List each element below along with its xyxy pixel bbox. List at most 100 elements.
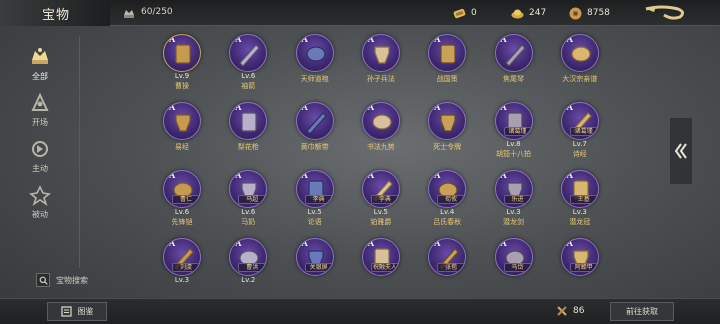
- treasure-search-button[interactable]: 宝物搜索: [36, 272, 88, 288]
- equipped-general-tag: 曹仁: [172, 195, 200, 204]
- equipped-general-tag: 马超: [238, 195, 267, 204]
- sidebar-item-opening[interactable]: 开场: [20, 92, 60, 136]
- treasure-icon-frame: A: [295, 102, 334, 140]
- sidebar-item-active[interactable]: 主动: [20, 138, 60, 182]
- treasure-name: 黄巾额带: [300, 143, 329, 151]
- treasure-icon-frame: A: [163, 34, 201, 72]
- treasure-item[interactable]: A Lv.6 袖箭: [226, 34, 270, 98]
- treasure-item[interactable]: A 祝融夫人: [359, 238, 403, 302]
- treasure-name: 天师道袍: [300, 75, 329, 83]
- treasure-item[interactable]: A 书法九势: [359, 102, 403, 166]
- treasure-item[interactable]: A Lv.9 曹操: [160, 34, 204, 98]
- treasure-name: 吕氏春秋: [433, 218, 462, 226]
- sidebar-item-label: 开场: [32, 118, 48, 127]
- page-title: 宝物: [42, 8, 71, 23]
- gold-ingot-icon: [511, 9, 524, 18]
- treasure-grade: A: [301, 238, 308, 248]
- treasure-item[interactable]: A 诸葛瑾 Lv.8 胡笳十八拍: [492, 102, 536, 166]
- treasure-grade: A: [500, 170, 507, 180]
- bottom-bar: 图鉴 86 前往获取: [0, 298, 720, 324]
- treasure-icon-frame: A 荀攸: [428, 170, 467, 208]
- treasure-name: 曹操: [175, 82, 189, 90]
- treasure-level: Lv.2: [241, 276, 256, 284]
- treasure-grade: A: [367, 238, 375, 248]
- treasure-item[interactable]: A 曹仁 Lv.6 先锋铠: [160, 170, 204, 234]
- treasure-icon-frame: A: [560, 34, 599, 72]
- treasure-level: Lv.3: [506, 208, 521, 216]
- treasure-item[interactable]: A 马超 Lv.6 马奶: [226, 170, 270, 234]
- sidebar-item-all[interactable]: 全部: [20, 46, 60, 90]
- treasure-grade: A: [301, 102, 308, 112]
- treasure-name: 战国策: [436, 75, 458, 83]
- treasure-icon-frame: A: [428, 102, 467, 140]
- treasure-name: 潜龙冠: [569, 218, 591, 226]
- treasure-icon-frame: A: [295, 34, 334, 72]
- treasure-item[interactable]: A 阿蝉甲: [558, 238, 602, 302]
- sidebar-item-label: 被动: [32, 210, 48, 219]
- expand-arrow-button[interactable]: [670, 118, 692, 184]
- treasure-item[interactable]: A 李典 Lv.5 论语: [293, 170, 337, 234]
- treasure-level: Lv.3: [572, 208, 587, 216]
- treasure-grade: A: [235, 170, 242, 180]
- treasure-item[interactable]: A 孙子兵法: [359, 34, 403, 98]
- treasure-item[interactable]: A 刘虞 Lv.3: [160, 238, 204, 302]
- sidebar-item-passive[interactable]: 被动: [20, 184, 60, 228]
- equipped-general-tag: 祝融夫人: [370, 263, 399, 272]
- treasure-item[interactable]: A 死士令牌: [425, 102, 469, 166]
- treasure-item[interactable]: A 易经: [160, 102, 204, 166]
- treasure-item[interactable]: A 曹洪 Lv.2: [226, 238, 270, 302]
- treasure-item[interactable]: A 梨花枪: [226, 102, 270, 166]
- treasure-capacity-icon: [124, 10, 134, 18]
- top-bar: 宝物 60/250 0 247 8758: [0, 0, 720, 26]
- catalog-button[interactable]: 图鉴: [47, 302, 107, 321]
- equipped-general-tag: 诸葛瑾: [569, 127, 598, 136]
- treasure-grade: A: [367, 102, 375, 112]
- back-button[interactable]: [642, 3, 688, 23]
- double-chevron-left-icon: [674, 143, 687, 159]
- treasure-grade: A: [434, 170, 441, 180]
- search-icon: [36, 273, 50, 287]
- treasure-grade: A: [235, 102, 242, 112]
- treasure-item[interactable]: A 李典 Lv.5 铂雅爵: [359, 170, 403, 234]
- treasure-grade: A: [301, 34, 308, 44]
- treasure-icon-frame: A 王基: [560, 170, 599, 208]
- treasure-item[interactable]: A 乐进 Lv.3 潜龙剑: [492, 170, 536, 234]
- treasure-level: Lv.6: [241, 72, 256, 80]
- treasure-item[interactable]: A 张苞: [425, 238, 469, 302]
- treasure-item[interactable]: A 马岱: [492, 238, 536, 302]
- treasure-item[interactable]: A 天师道袍: [293, 34, 337, 98]
- resource-gold: 247: [510, 5, 546, 21]
- treasure-grade: A: [500, 102, 507, 112]
- treasure-item[interactable]: A 黄巾额带: [293, 102, 337, 166]
- equipped-general-tag: 阿蝉甲: [569, 263, 598, 272]
- treasure-icon-frame: A 刘虞: [163, 238, 201, 276]
- resource-scroll: 0: [452, 5, 477, 21]
- sidebar-item-label: 全部: [32, 72, 48, 81]
- treasure-item[interactable]: A 王基 Lv.3 潜龙冠: [558, 170, 602, 234]
- treasure-name: 焦尾琴: [503, 75, 524, 83]
- treasure-icon-frame: A: [229, 34, 268, 72]
- equipped-general-tag: 李典: [304, 195, 333, 204]
- scroll-ticket-icon: [453, 8, 466, 18]
- active-skill-icon: [32, 141, 48, 157]
- treasure-item[interactable]: A 大汉宗亲谱: [558, 34, 602, 98]
- treasure-name: 死士令牌: [433, 143, 462, 151]
- goto-obtain-button[interactable]: 前往获取: [610, 302, 674, 321]
- treasure-level: Lv.3: [174, 276, 190, 284]
- treasure-item[interactable]: A 荀攸 Lv.4 吕氏春秋: [425, 170, 469, 234]
- treasure-item[interactable]: A 关银屏: [293, 238, 337, 302]
- sidebar-divider: [79, 36, 80, 268]
- treasure-item[interactable]: A 战国策: [425, 34, 469, 98]
- all-treasure-icon: [32, 48, 48, 64]
- treasure-level: Lv.4: [440, 208, 455, 216]
- treasure-grade: A: [566, 170, 574, 180]
- treasure-name: 诗经: [572, 150, 587, 158]
- treasure-grade: A: [235, 238, 242, 248]
- treasure-name: 先锋铠: [171, 218, 193, 226]
- treasure-level: Lv.5: [307, 208, 322, 216]
- treasure-icon-frame: A 诸葛瑾: [494, 102, 533, 140]
- treasure-level: Lv.6: [174, 208, 190, 216]
- treasure-grade: A: [169, 34, 176, 44]
- treasure-item[interactable]: A 焦尾琴: [492, 34, 536, 98]
- treasure-item[interactable]: A 诸葛瑾 Lv.7 诗经: [558, 102, 602, 166]
